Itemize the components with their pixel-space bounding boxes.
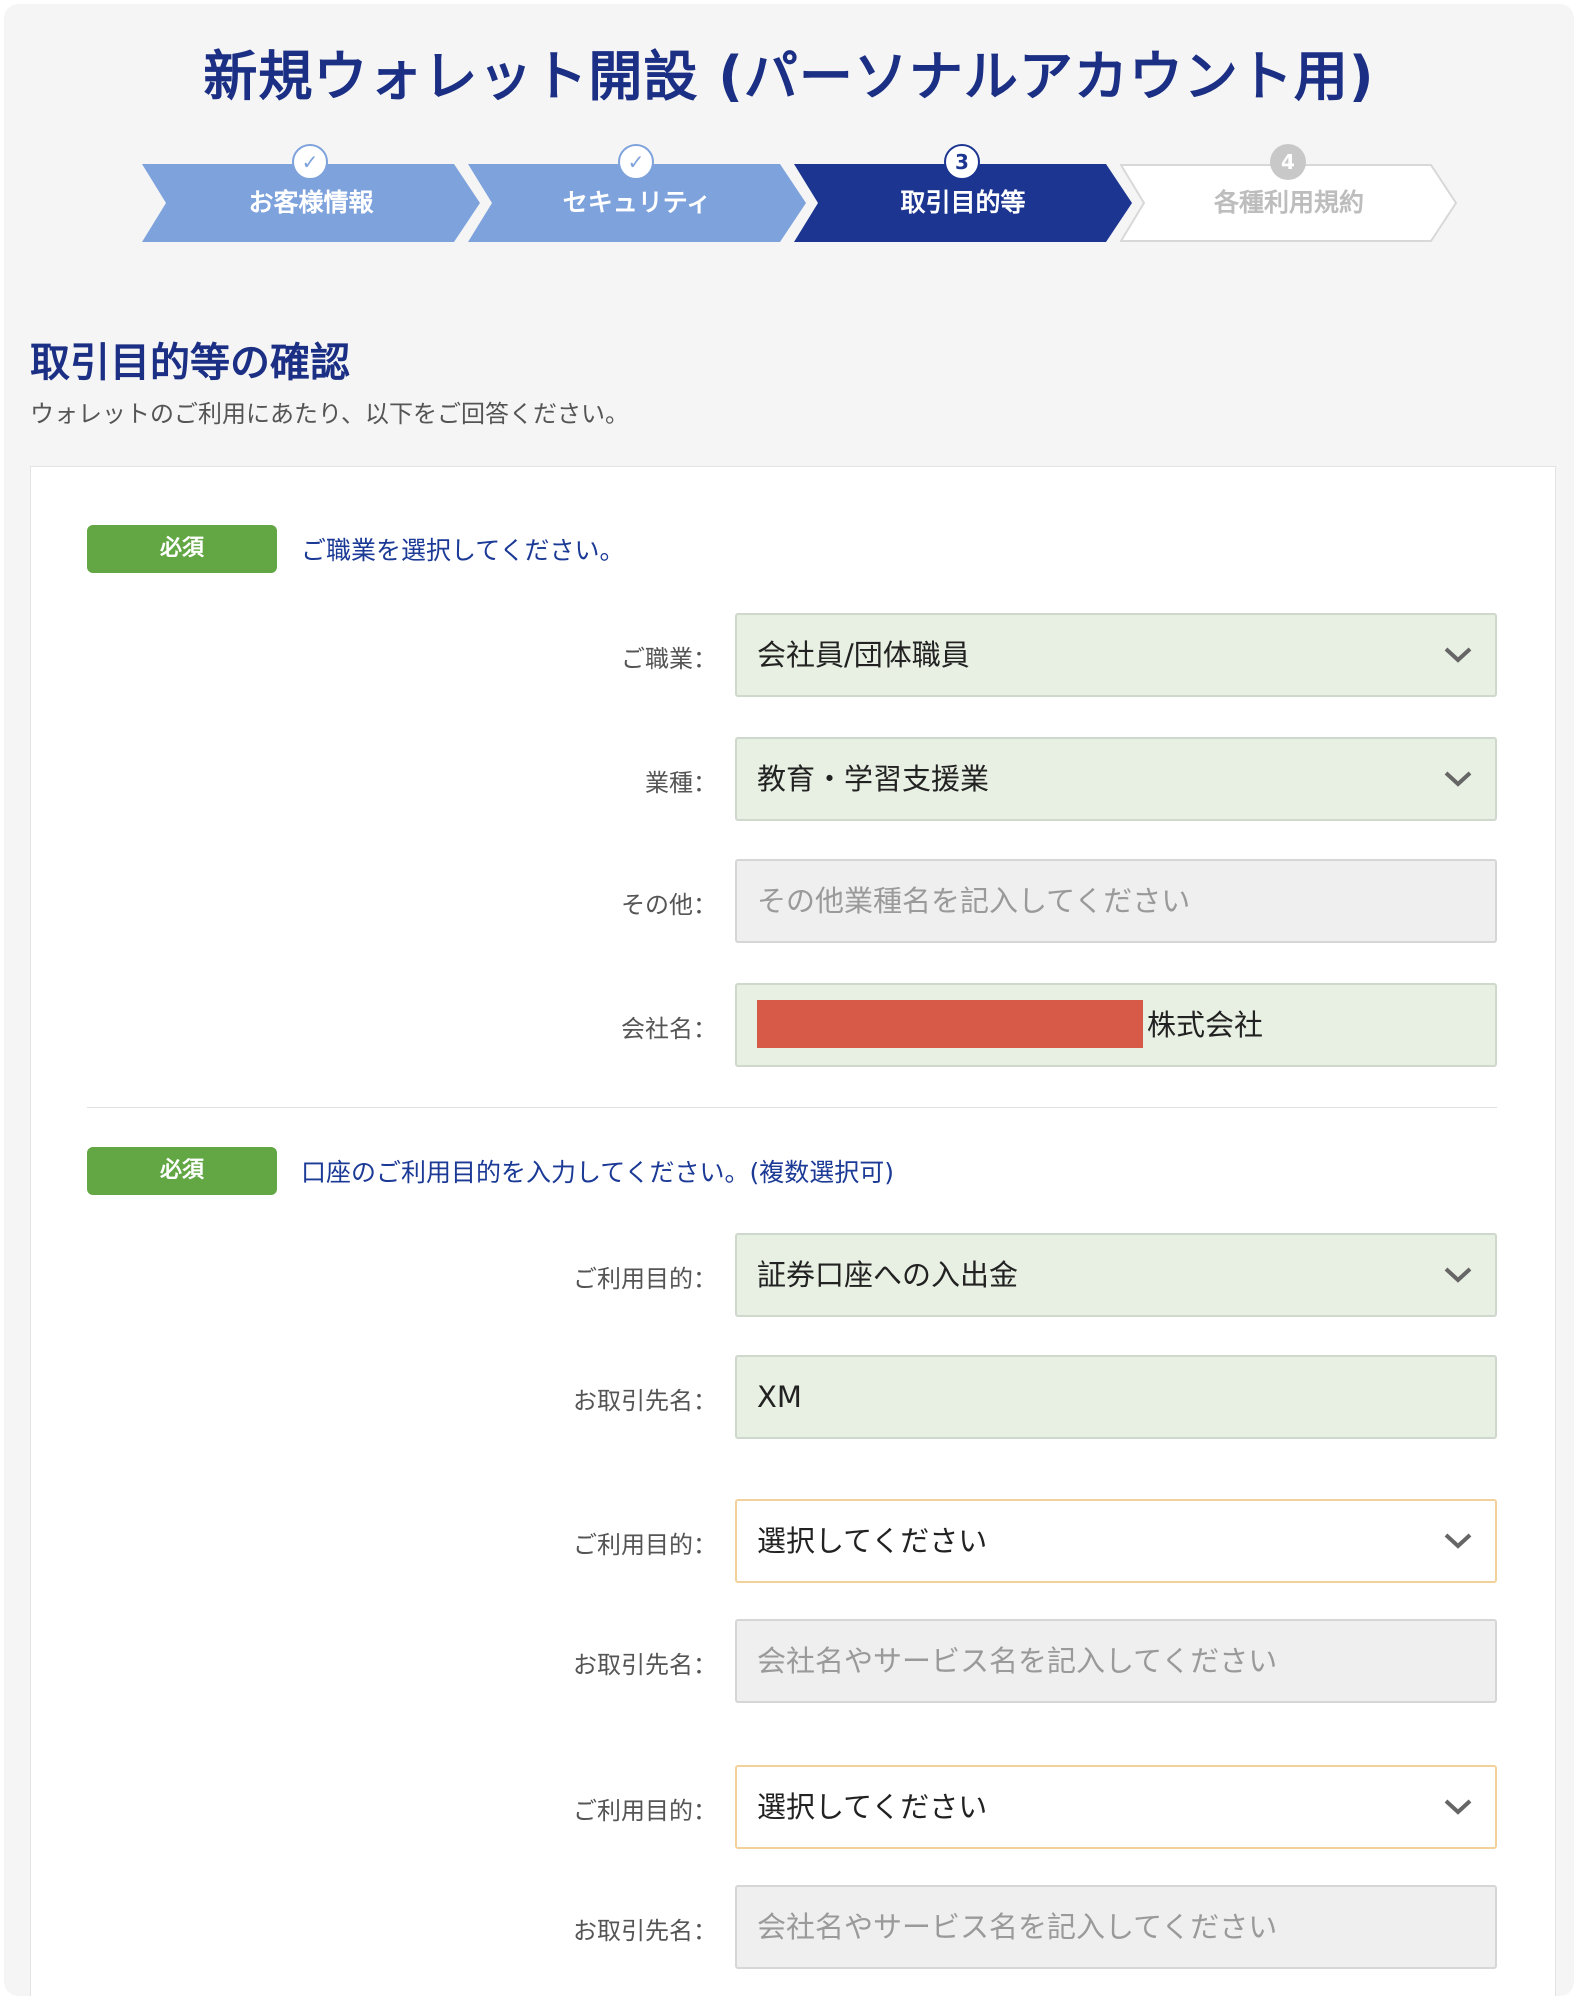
- occupation-value: 会社員/団体職員: [757, 638, 970, 672]
- section-title: 取引目的等の確認: [30, 340, 350, 386]
- partner-input-1[interactable]: XM: [735, 1355, 1497, 1439]
- purpose-question: 口座のご利用目的を入力してください。(複数選択可): [301, 1158, 895, 1187]
- partner-placeholder: 会社名やサービス名を記入してください: [757, 1644, 1278, 1678]
- progress-steps: お客様情報 ✓ セキュリティ ✓ 取引目的等 3 各種利用規約 4: [142, 136, 1458, 246]
- step-number: 3: [944, 144, 980, 180]
- purpose-select-2[interactable]: 選択してください: [735, 1499, 1497, 1583]
- purpose-label: ご利用目的：: [573, 1265, 717, 1293]
- company-suffix: 株式会社: [1147, 1008, 1264, 1042]
- other-industry-label: その他：: [621, 891, 717, 919]
- check-icon: ✓: [292, 144, 328, 180]
- step-trade-purpose: 取引目的等 3: [794, 144, 1132, 242]
- step-terms: 各種利用規約 4: [1120, 144, 1458, 242]
- required-badge: 必須: [87, 1147, 277, 1195]
- other-industry-placeholder: その他業種名を記入してください: [757, 884, 1191, 918]
- page-title: 新規ウォレット開設 (パーソナルアカウント用): [203, 45, 1375, 108]
- company-input[interactable]: 株式会社: [735, 983, 1497, 1067]
- chevron-down-icon: [1444, 771, 1472, 787]
- wallet-signup-page: 新規ウォレット開設 (パーソナルアカウント用) お客様情報 ✓ セキュリティ ✓…: [4, 4, 1574, 1996]
- required-badge: 必須: [87, 525, 277, 573]
- occupation-label: ご職業：: [621, 645, 717, 673]
- purpose-value: 選択してください: [757, 1790, 988, 1824]
- partner-value: XM: [757, 1380, 802, 1414]
- industry-select[interactable]: 教育・学習支援業: [735, 737, 1497, 821]
- purpose-select-3[interactable]: 選択してください: [735, 1765, 1497, 1849]
- step-number: 4: [1270, 144, 1306, 180]
- redacted-block: [757, 1000, 1143, 1048]
- chevron-down-icon: [1444, 1799, 1472, 1815]
- section-description: ウォレットのご利用にあたり、以下をご回答ください。: [30, 400, 630, 428]
- check-icon: ✓: [618, 144, 654, 180]
- partner-input-2[interactable]: 会社名やサービス名を記入してください: [735, 1619, 1497, 1703]
- step-customer-info: お客様情報 ✓: [142, 144, 480, 242]
- chevron-down-icon: [1444, 647, 1472, 663]
- purpose-value: 証券口座への入出金: [757, 1258, 1019, 1292]
- partner-label: お取引先名：: [573, 1387, 717, 1415]
- step-security: セキュリティ ✓: [468, 144, 806, 242]
- industry-label: 業種：: [645, 769, 717, 797]
- purpose-label: ご利用目的：: [573, 1531, 717, 1559]
- purpose-value: 選択してください: [757, 1524, 988, 1558]
- partner-input-3[interactable]: 会社名やサービス名を記入してください: [735, 1885, 1497, 1969]
- partner-label: お取引先名：: [573, 1651, 717, 1679]
- divider: [87, 1107, 1497, 1108]
- chevron-down-icon: [1444, 1533, 1472, 1549]
- industry-value: 教育・学習支援業: [757, 762, 990, 796]
- partner-placeholder: 会社名やサービス名を記入してください: [757, 1910, 1278, 1944]
- purpose-select-1[interactable]: 証券口座への入出金: [735, 1233, 1497, 1317]
- form-card: 必須 ご職業を選択してください。 ご職業： 会社員/団体職員 業種： 教育・学習…: [30, 466, 1556, 1996]
- company-label: 会社名：: [621, 1015, 717, 1043]
- occupation-select[interactable]: 会社員/団体職員: [735, 613, 1497, 697]
- partner-label: お取引先名：: [573, 1917, 717, 1945]
- chevron-down-icon: [1444, 1267, 1472, 1283]
- occupation-question: ご職業を選択してください。: [301, 536, 625, 565]
- other-industry-input[interactable]: その他業種名を記入してください: [735, 859, 1497, 943]
- purpose-label: ご利用目的：: [573, 1797, 717, 1825]
